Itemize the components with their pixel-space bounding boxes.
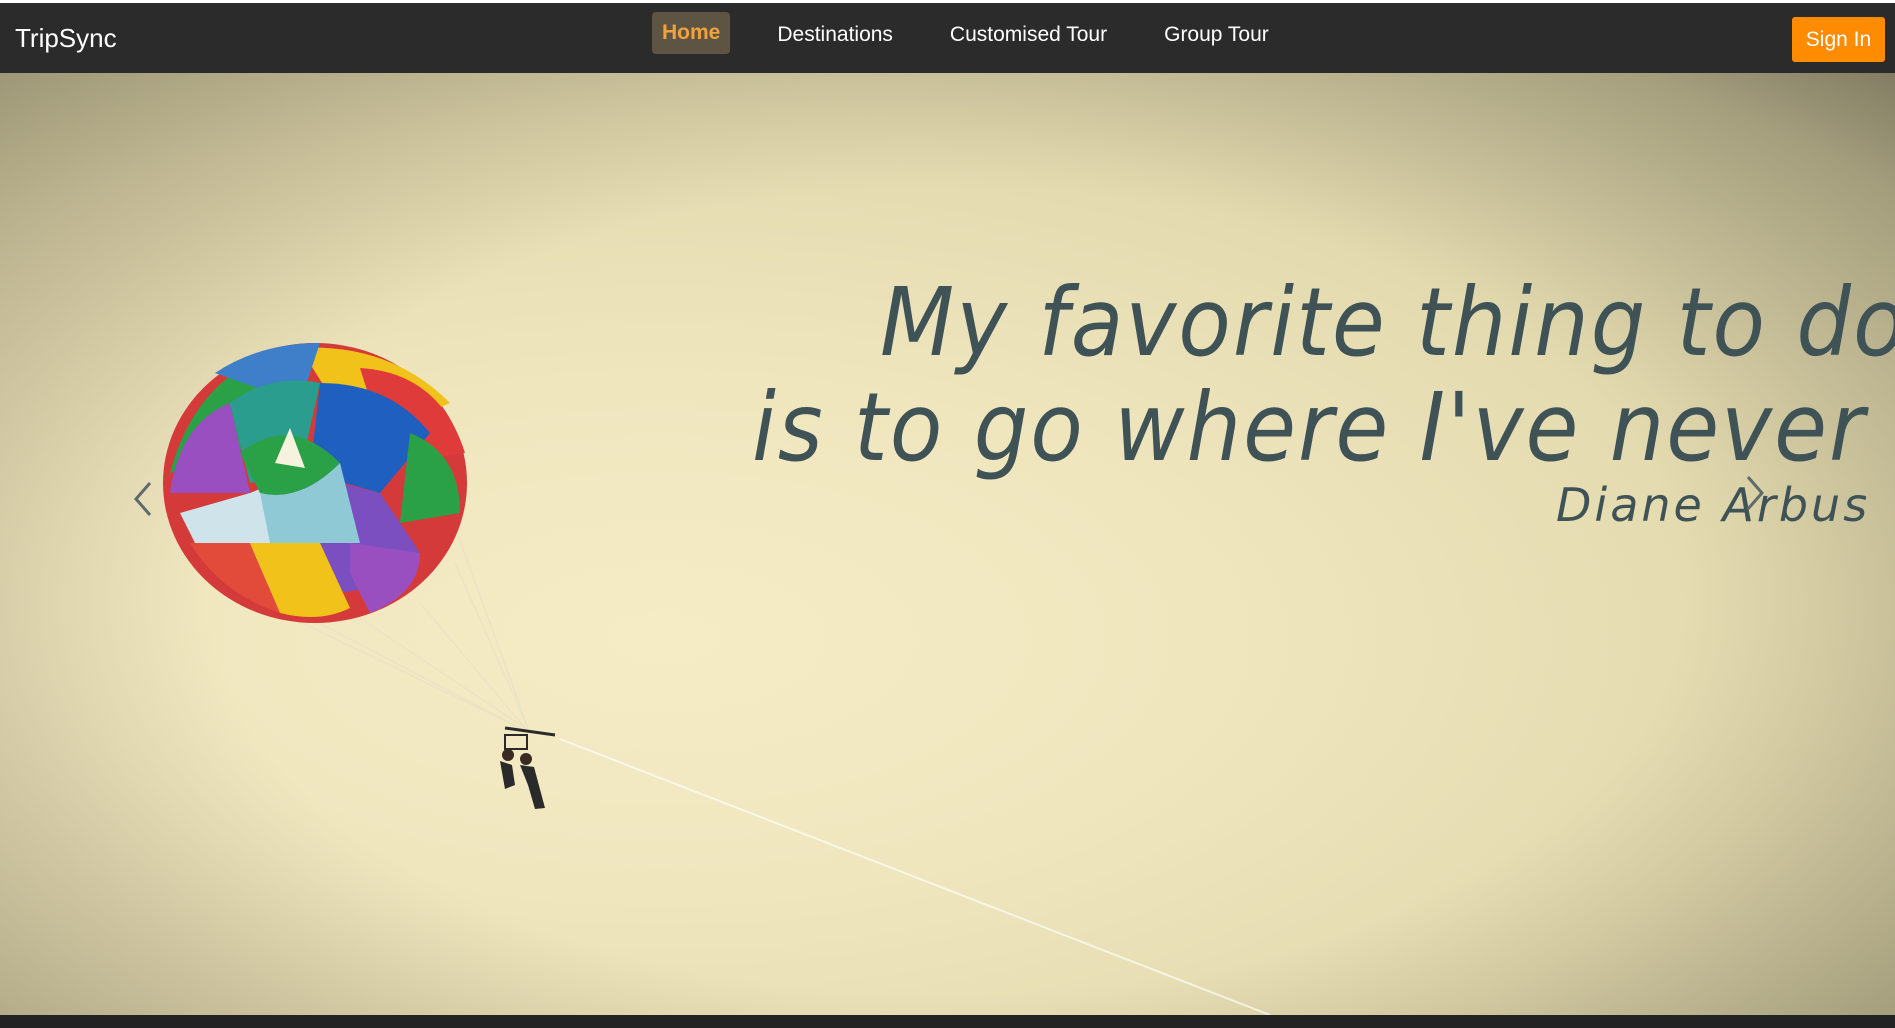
- tow-line: [559, 738, 1271, 1015]
- hero-quote-author: Diane Arbus: [1556, 478, 1871, 532]
- chevron-left-icon: [134, 482, 152, 516]
- nav-link-customised-tour[interactable]: Customised Tour: [940, 14, 1117, 56]
- carousel-next-button[interactable]: [1734, 463, 1774, 523]
- carousel-prev-button[interactable]: [126, 469, 166, 529]
- parachute-canopy: [163, 343, 467, 623]
- nav-link-home[interactable]: Home: [652, 12, 731, 54]
- nav-link-group-tour[interactable]: Group Tour: [1154, 14, 1279, 56]
- sign-in-button[interactable]: Sign In: [1792, 17, 1885, 62]
- bottom-bar: [0, 1015, 1895, 1028]
- parasail-riders: [500, 726, 556, 809]
- hero-quote-line-2: is to go where I've never been.: [752, 373, 1895, 483]
- hero-quote-line-1: My favorite thing to do: [880, 268, 1895, 378]
- page: TripSync Home Destinations Customised To…: [0, 0, 1895, 1028]
- brand-logo[interactable]: TripSync: [15, 23, 117, 54]
- parasail-illustration: [163, 343, 1271, 1015]
- nav-link-destinations[interactable]: Destinations: [767, 14, 903, 56]
- navbar: TripSync Home Destinations Customised To…: [0, 3, 1895, 73]
- hero-carousel: My favorite thing to do is to go where I…: [0, 73, 1895, 1015]
- nav-links: Home Destinations Customised Tour Group …: [652, 12, 1279, 57]
- chevron-right-icon: [1746, 476, 1764, 510]
